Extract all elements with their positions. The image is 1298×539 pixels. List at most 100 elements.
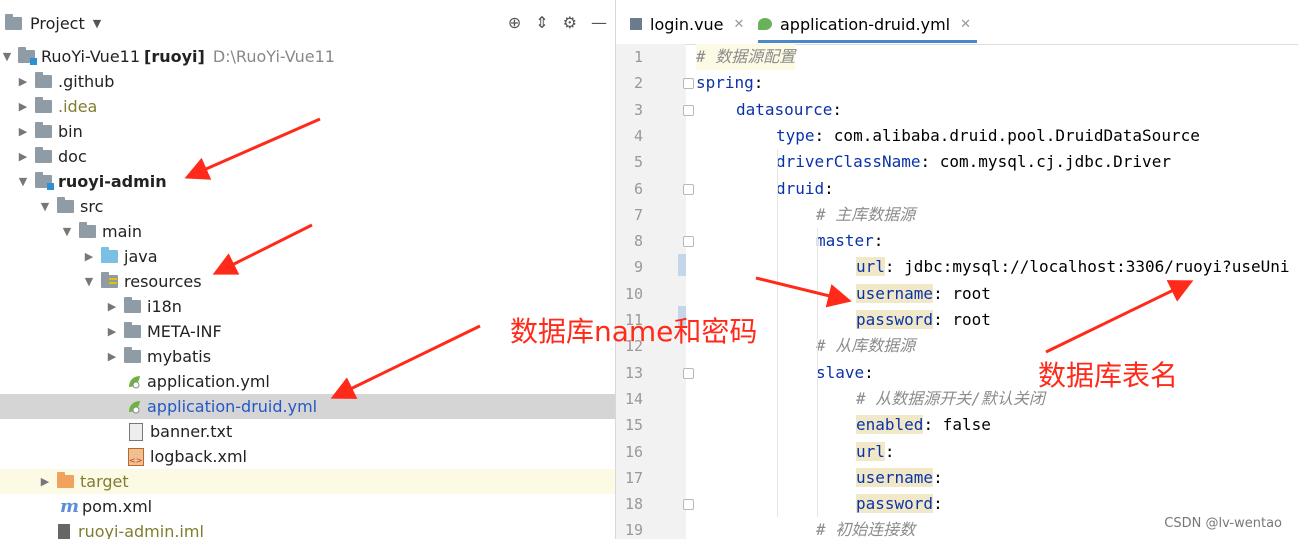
- module-folder-icon: [18, 47, 37, 65]
- code-line[interactable]: username:: [856, 465, 943, 491]
- project-view-selector[interactable]: Project ▼: [5, 14, 101, 33]
- chevron-right-icon[interactable]: ▶: [38, 475, 52, 488]
- code-line[interactable]: # 从数据源开关/默认关闭: [856, 386, 1045, 412]
- chevron-down-icon[interactable]: ▼: [82, 275, 96, 288]
- source-folder-icon: [101, 247, 118, 263]
- chevron-right-icon[interactable]: ▶: [105, 300, 119, 313]
- editor-panel: login.vue ✕ application-druid.yml ✕ 1 # 数…: [616, 0, 1298, 539]
- chevron-right-icon[interactable]: ▶: [16, 125, 30, 138]
- chevron-down-icon[interactable]: ▼: [0, 50, 14, 63]
- code-line[interactable]: # 数据源配置: [696, 44, 796, 70]
- yaml-separator: :: [832, 99, 842, 119]
- chevron-down-icon[interactable]: ▼: [16, 175, 30, 188]
- yaml-comment: # 从库数据源: [816, 336, 916, 356]
- locate-icon[interactable]: ⊕: [508, 13, 521, 32]
- project-panel-header: Project ▼ ⊕ ⇕ ⚙ —: [0, 0, 615, 44]
- tree-item-doc[interactable]: ▶ doc: [0, 144, 615, 169]
- yaml-separator: :: [933, 310, 953, 329]
- fold-marker-icon[interactable]: [683, 104, 694, 116]
- chevron-right-icon[interactable]: ▶: [16, 75, 30, 88]
- tree-item-main[interactable]: ▼ main: [0, 219, 615, 244]
- collapse-all-icon[interactable]: ⇕: [535, 13, 548, 32]
- tab-login-vue[interactable]: login.vue ✕: [630, 8, 744, 40]
- tree-item-application-druid-yml[interactable]: application-druid.yml: [0, 394, 615, 419]
- chevron-right-icon[interactable]: ▶: [16, 150, 30, 163]
- chevron-down-icon[interactable]: ▼: [60, 225, 74, 238]
- spring-yml-icon: [758, 18, 772, 30]
- chevron-right-icon[interactable]: ▶: [105, 325, 119, 338]
- gear-icon[interactable]: ⚙: [563, 13, 577, 32]
- code-line[interactable]: spring:: [696, 70, 763, 96]
- close-icon[interactable]: ✕: [960, 17, 971, 32]
- yaml-separator: :: [753, 73, 764, 93]
- yaml-comment: # 初始连接数: [816, 520, 916, 539]
- tree-item-resources[interactable]: ▼ resources: [0, 269, 615, 294]
- tree-item-pom-xml[interactable]: m pom.xml: [0, 494, 615, 519]
- chevron-down-icon[interactable]: ▼: [38, 200, 52, 213]
- spring-yml-icon: [129, 401, 140, 414]
- fold-marker-icon[interactable]: [683, 183, 694, 195]
- tab-label: application-druid.yml: [780, 14, 951, 34]
- code-line[interactable]: username: root: [856, 281, 991, 307]
- tree-item-idea[interactable]: ▶ .idea: [0, 94, 615, 119]
- minimize-icon[interactable]: —: [591, 13, 607, 32]
- tree-item-bin[interactable]: ▶ bin: [0, 119, 615, 144]
- tree-item-java[interactable]: ▶ java: [0, 244, 615, 269]
- project-panel-title: Project: [30, 14, 85, 33]
- code-line[interactable]: slave:: [816, 360, 874, 386]
- tree-item-label: RuoYi-Vue11: [41, 47, 141, 66]
- tree-item-github[interactable]: ▶ .github: [0, 69, 615, 94]
- tree-item-ruoyi-admin-iml[interactable]: ruoyi-admin.iml: [0, 519, 615, 539]
- code-line[interactable]: druid:: [776, 176, 834, 202]
- line-number: 2: [633, 74, 643, 93]
- code-line[interactable]: # 从库数据源: [816, 333, 915, 359]
- code-line[interactable]: driverClassName: com.mysql.cj.jdbc.Drive…: [776, 149, 1171, 175]
- tree-item-target[interactable]: ▶ target: [0, 469, 615, 494]
- tree-item-root[interactable]: ▼ RuoYi-Vue11 [ruoyi] D:\RuoYi-Vue11: [0, 44, 615, 69]
- code-line[interactable]: # 主库数据源: [816, 202, 915, 228]
- code-line[interactable]: master:: [816, 228, 883, 254]
- yaml-key: password: [856, 494, 934, 514]
- line-number: 9: [633, 258, 643, 277]
- tree-item-label: target: [80, 472, 129, 491]
- tree-item-ruoyi-admin[interactable]: ▼ ruoyi-admin: [0, 169, 615, 194]
- tree-item-label: ruoyi-admin.iml: [78, 522, 204, 539]
- tree-item-label: mybatis: [147, 347, 212, 366]
- folder-icon: [124, 322, 141, 338]
- close-icon[interactable]: ✕: [734, 17, 745, 32]
- chevron-right-icon[interactable]: ▶: [82, 250, 96, 263]
- yaml-key: url: [856, 257, 885, 277]
- folder-icon: [35, 122, 52, 138]
- code-line[interactable]: datasource:: [736, 97, 842, 123]
- code-line[interactable]: # 初始连接数: [816, 517, 915, 539]
- yaml-value: root: [952, 283, 991, 303]
- fold-marker-icon[interactable]: [683, 78, 694, 90]
- yaml-value: com.mysql.cj.jdbc.Driver: [939, 152, 1171, 172]
- file-icon: [630, 18, 642, 30]
- tree-item-banner-txt[interactable]: banner.txt: [0, 419, 615, 444]
- panel-toolbar: ⊕ ⇕ ⚙ —: [508, 13, 607, 32]
- code-line[interactable]: password: root: [856, 307, 991, 333]
- yaml-key: spring: [696, 73, 754, 93]
- yaml-separator: :: [923, 415, 943, 435]
- fold-marker-icon[interactable]: [683, 499, 694, 511]
- fold-marker-icon[interactable]: [683, 236, 694, 248]
- xml-file-icon: [128, 447, 144, 466]
- tree-item-application-yml[interactable]: application.yml: [0, 369, 615, 394]
- code-line[interactable]: type: com.alibaba.druid.pool.DruidDataSo…: [776, 123, 1200, 149]
- yaml-comment: # 主库数据源: [816, 204, 916, 224]
- tab-application-druid-yml[interactable]: application-druid.yml ✕: [758, 8, 977, 43]
- chevron-down-icon[interactable]: ▼: [93, 17, 101, 30]
- code-line[interactable]: password:: [856, 491, 943, 517]
- line-number: 1: [633, 48, 643, 66]
- code-line[interactable]: url:: [856, 439, 895, 465]
- chevron-right-icon[interactable]: ▶: [105, 350, 119, 363]
- chevron-right-icon[interactable]: ▶: [16, 100, 30, 113]
- code-line[interactable]: url: jdbc:mysql://localhost:3306/ruoyi?u…: [856, 254, 1289, 280]
- code-line[interactable]: enabled: false: [856, 412, 991, 438]
- tree-item-logback-xml[interactable]: logback.xml: [0, 444, 615, 469]
- folder-icon: [35, 97, 52, 113]
- fold-marker-icon[interactable]: [683, 367, 694, 379]
- tree-item-src[interactable]: ▼ src: [0, 194, 615, 219]
- yaml-separator: :: [933, 467, 943, 487]
